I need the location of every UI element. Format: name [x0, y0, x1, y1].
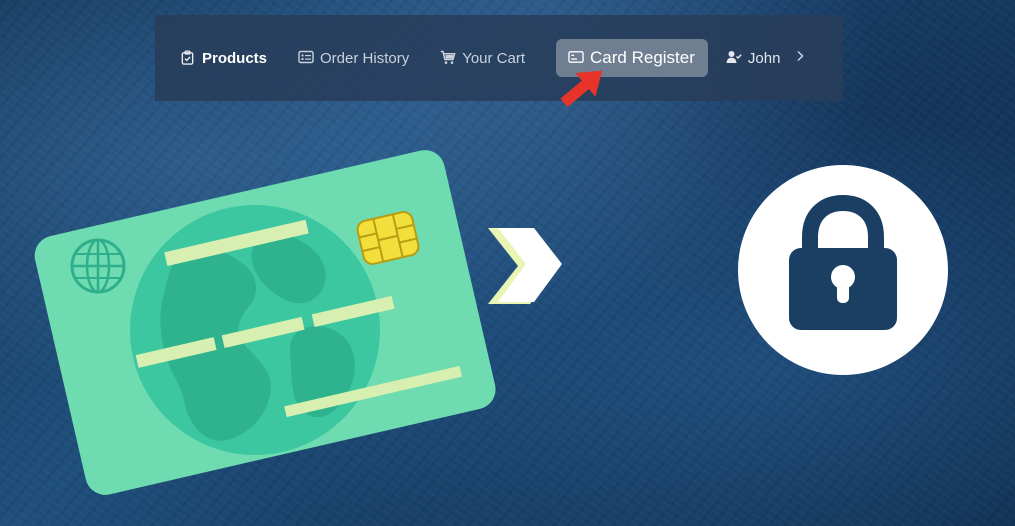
scene: Products Order History Your Cart Card Re… [0, 0, 1015, 526]
padlock-icon [789, 194, 897, 330]
chevron-right-icon [488, 228, 562, 304]
lock-badge [738, 165, 948, 375]
credit-card [34, 150, 496, 495]
small-globe-icon [70, 238, 126, 294]
